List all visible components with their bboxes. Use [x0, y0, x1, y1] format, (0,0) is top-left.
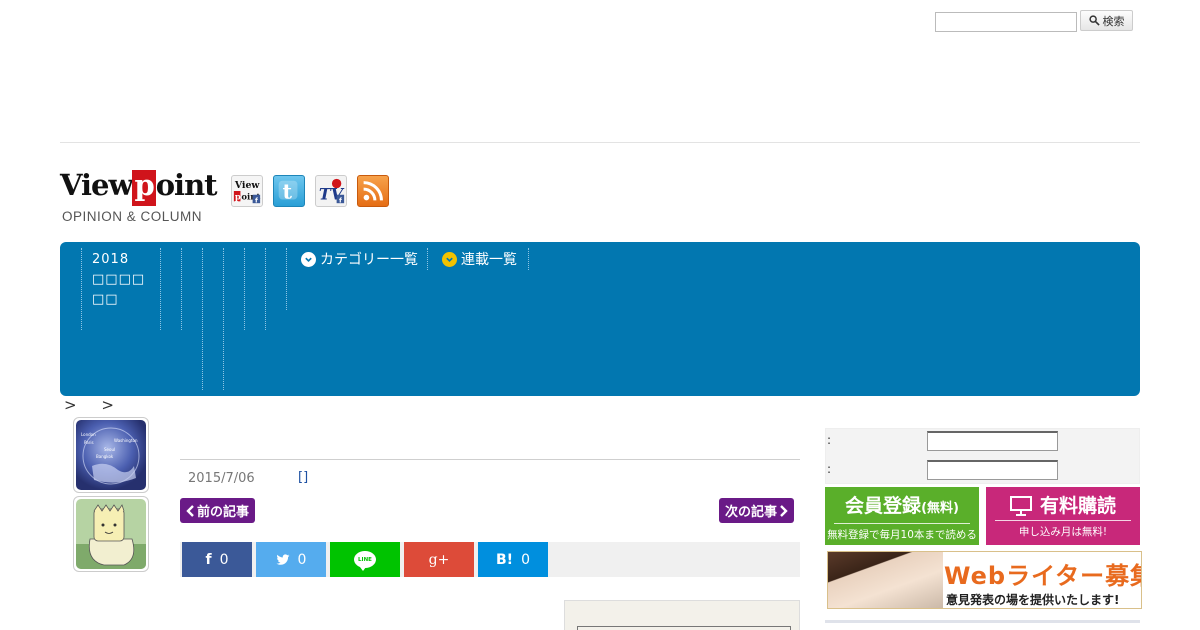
- login-password-row: :: [825, 457, 1140, 485]
- googleplus-icon: g+: [428, 551, 450, 568]
- web-writer-recruit-banner[interactable]: Webライター募集 意見発表の場を提供いたします!: [827, 551, 1142, 609]
- paid-subscription-banner[interactable]: 有料購読 申し込み月は無料!: [986, 487, 1140, 545]
- svg-text:Seoul: Seoul: [104, 447, 115, 452]
- article-category-link[interactable]: []: [298, 470, 308, 485]
- svg-text:f: f: [339, 196, 342, 204]
- twitter-share-button[interactable]: 0: [256, 542, 326, 577]
- viewpoint-tv-facebook-icon[interactable]: TV f: [315, 175, 347, 207]
- rss-icon[interactable]: [357, 175, 389, 207]
- nav-category-label: カテゴリー一覧: [320, 252, 418, 268]
- line-icon: LINE: [354, 551, 376, 571]
- hatena-bookmark-count: 0: [521, 551, 530, 568]
- login-password-input[interactable]: [927, 460, 1058, 480]
- svg-text:View: View: [234, 180, 261, 191]
- main-nav: [60, 242, 1140, 396]
- login-password-label: :: [827, 462, 832, 476]
- next-article-button[interactable]: 次の記事: [719, 498, 795, 523]
- logo-subtitle: OPINION & COLUMN: [62, 209, 203, 224]
- nav-category-list[interactable]: カテゴリー一覧: [301, 249, 418, 269]
- chevron-right-icon: [780, 504, 788, 517]
- prev-article-button[interactable]: 前の記事: [180, 498, 256, 523]
- nav-divider: [286, 248, 287, 310]
- breadcrumb: > >: [64, 396, 124, 414]
- nav-divider: [181, 248, 182, 330]
- header-divider: [60, 142, 1140, 143]
- site-logo[interactable]: Viewpoint OPINION & COLUMN: [60, 168, 220, 226]
- member-register-sub: 無料登録で毎月10本まで読める: [827, 529, 977, 541]
- search-button-label: 検索: [1102, 14, 1125, 28]
- nav-year-item[interactable]: 2018 □□□□ □□: [92, 250, 150, 310]
- prev-article-label: 前の記事: [197, 505, 250, 520]
- chevron-down-icon: [442, 251, 457, 267]
- nav-series-list[interactable]: 連載一覧: [442, 249, 517, 269]
- article-image-frame: [564, 600, 800, 630]
- article-date: 2015/7/06: [188, 471, 255, 486]
- writer-banner-sub: 意見発表の場を提供いたします!: [946, 593, 1120, 607]
- svg-text:Paris: Paris: [84, 440, 94, 445]
- svg-text:London: London: [81, 432, 96, 437]
- facebook-share-count: 0: [219, 551, 229, 568]
- paid-subscription-sub: 申し込み月は無料!: [1018, 526, 1108, 538]
- svg-text:t: t: [282, 180, 292, 204]
- login-user-label: :: [827, 433, 832, 447]
- facebook-share-button[interactable]: f 0: [182, 542, 252, 577]
- nav-divider: [223, 248, 224, 390]
- next-article-label: 次の記事: [725, 505, 778, 520]
- nav-divider: [427, 248, 428, 270]
- world-column-thumbnail[interactable]: London Washington Paris Seoul Bangkok: [73, 417, 149, 493]
- svg-text:f: f: [255, 196, 258, 204]
- monitor-icon: [1009, 496, 1032, 516]
- writer-photo: [828, 552, 943, 608]
- viewpoint-facebook-icon[interactable]: View p oint f: [231, 175, 263, 207]
- svg-text:Bangkok: Bangkok: [96, 454, 114, 459]
- hatena-bookmark-icon: B!: [496, 551, 514, 568]
- mascot-thumbnail[interactable]: [73, 496, 149, 572]
- login-user-input[interactable]: [927, 431, 1058, 451]
- chevron-left-icon: [186, 504, 194, 517]
- svg-text:Washington: Washington: [114, 438, 138, 443]
- login-user-row: :: [825, 428, 1140, 456]
- twitter-share-count: 0: [297, 551, 307, 568]
- nav-divider: [160, 248, 161, 330]
- search-button[interactable]: 検索: [1080, 10, 1133, 31]
- writer-banner-title: Webライター募集: [944, 562, 1142, 590]
- hatena-bookmark-button[interactable]: B! 0: [478, 542, 548, 577]
- nav-divider: [265, 248, 266, 330]
- googleplus-share-button[interactable]: g+: [404, 542, 474, 577]
- nav-divider: [244, 248, 245, 330]
- nav-divider: [81, 248, 82, 330]
- member-register-banner[interactable]: 会員登録(無料) 無料登録で毎月10本まで読める: [825, 487, 979, 545]
- chevron-down-icon: [301, 251, 316, 267]
- logo-wordmark: Viewpoint: [60, 168, 220, 206]
- nav-divider: [202, 248, 203, 390]
- article-meta-divider: [180, 459, 800, 460]
- twitter-bird-icon: [276, 553, 289, 565]
- twitter-icon[interactable]: t: [273, 175, 305, 207]
- search-input[interactable]: [935, 12, 1077, 32]
- paid-subscription-title: 有料購読: [986, 494, 1140, 518]
- nav-divider: [528, 248, 529, 270]
- nav-series-label: 連載一覧: [461, 252, 517, 268]
- sidebar-divider: [825, 620, 1140, 623]
- line-share-button[interactable]: LINE: [330, 542, 400, 577]
- member-register-title: 会員登録(無料): [845, 495, 959, 517]
- facebook-icon: f: [205, 551, 212, 568]
- search-icon: [1088, 15, 1100, 26]
- svg-text:p: p: [235, 191, 241, 201]
